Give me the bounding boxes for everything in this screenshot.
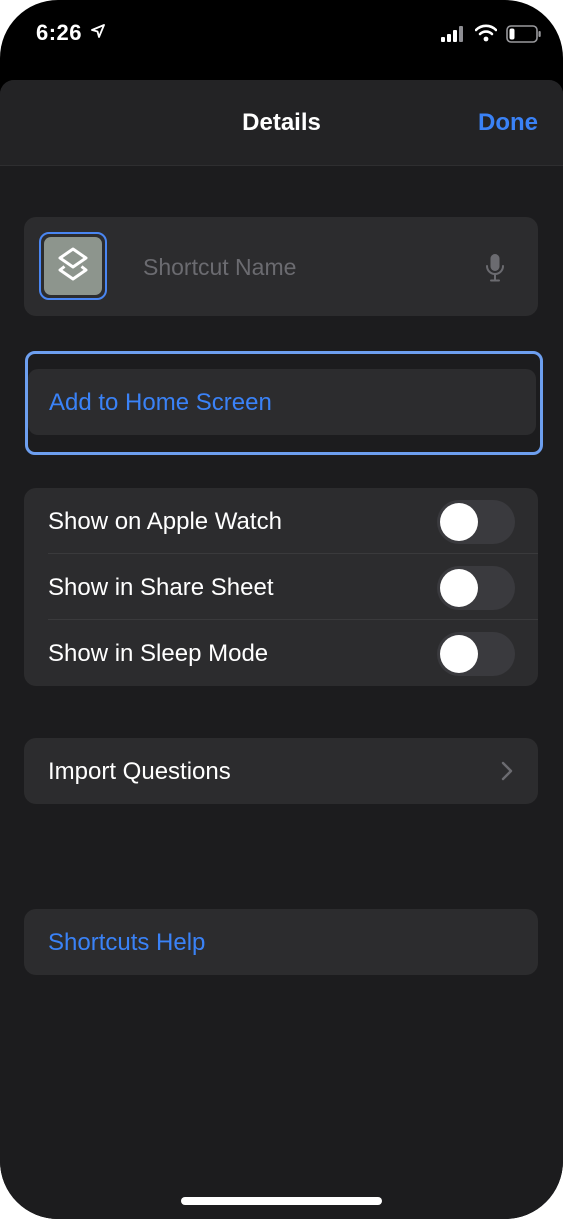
wifi-icon	[475, 24, 497, 42]
switch-knob	[440, 569, 478, 607]
add-to-home-screen-button[interactable]: Add to Home Screen	[28, 369, 536, 435]
toggle-row-sleep-mode: Show in Sleep Mode	[24, 620, 538, 686]
show-in-share-sheet-switch[interactable]	[437, 566, 515, 610]
cellular-signal-icon	[441, 26, 463, 42]
switch-knob	[440, 635, 478, 673]
status-time: 6:26	[36, 20, 83, 45]
chevron-right-icon	[501, 761, 513, 781]
home-indicator[interactable]	[181, 1197, 382, 1205]
navigation-bar: Details Done	[0, 80, 563, 166]
shortcut-icon-button[interactable]	[39, 232, 107, 300]
toggle-row-apple-watch: Show on Apple Watch	[24, 488, 538, 554]
shortcuts-help-label: Shortcuts Help	[48, 929, 206, 956]
location-arrow-icon	[91, 24, 105, 38]
toggle-label: Show in Share Sheet	[48, 574, 274, 601]
shortcuts-layers-icon	[44, 237, 102, 295]
shortcut-name-card	[24, 217, 538, 316]
import-questions-button[interactable]: Import Questions	[24, 738, 538, 804]
show-on-apple-watch-switch[interactable]	[437, 500, 515, 544]
battery-icon	[506, 25, 541, 43]
details-sheet: Details Done Add to Home Screen	[0, 80, 563, 1219]
toggle-label: Show on Apple Watch	[48, 508, 282, 535]
phone-screen: 6:26 Details Done Shortcut Name Add to H…	[0, 0, 563, 1219]
toggle-row-share-sheet: Show in Share Sheet	[24, 554, 538, 620]
import-questions-label: Import Questions	[48, 758, 231, 785]
add-to-home-screen-label: Add to Home Screen	[49, 389, 272, 416]
show-in-sleep-mode-switch[interactable]	[437, 632, 515, 676]
done-button[interactable]: Done	[478, 109, 538, 137]
shortcuts-help-button[interactable]: Shortcuts Help	[24, 909, 538, 975]
status-bar: 6:26	[0, 0, 563, 70]
toggle-label: Show in Sleep Mode	[48, 640, 269, 667]
toggles-group: Show on Apple Watch Show in Share Sheet …	[24, 488, 538, 686]
shortcut-name-input[interactable]	[143, 252, 483, 282]
microphone-icon[interactable]	[485, 253, 505, 283]
switch-knob	[440, 503, 478, 541]
